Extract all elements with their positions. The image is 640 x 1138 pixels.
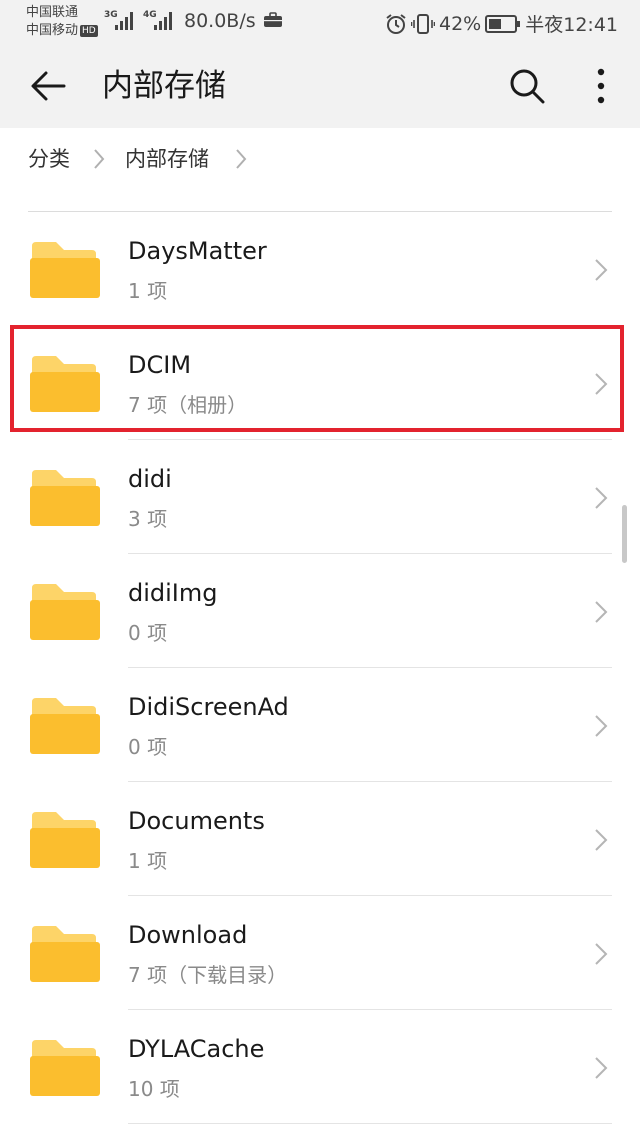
chevron-right-icon bbox=[94, 149, 105, 169]
breadcrumb: 分类 内部存储 bbox=[0, 128, 640, 190]
status-right-group: 42% 半夜12:41 bbox=[385, 10, 618, 37]
chevron-right-icon bbox=[595, 487, 608, 509]
chevron-right-icon bbox=[595, 1057, 608, 1079]
more-vertical-icon bbox=[597, 68, 605, 104]
signal-2-icon: 4G bbox=[143, 10, 177, 30]
folder-item-count: 7 项（下载目录） bbox=[128, 963, 288, 987]
chevron-right-icon bbox=[595, 943, 608, 965]
folder-item-count: 3 项 bbox=[128, 507, 168, 531]
scrollbar[interactable] bbox=[622, 505, 627, 563]
folder-row-didi[interactable]: didi 3 项 bbox=[0, 440, 640, 554]
folder-name: didi bbox=[128, 465, 172, 493]
back-button[interactable] bbox=[28, 66, 68, 106]
folder-name: Download bbox=[128, 921, 248, 949]
folder-row-documents[interactable]: Documents 1 项 bbox=[0, 782, 640, 896]
breadcrumb-item-category[interactable]: 分类 bbox=[28, 146, 70, 172]
carrier-info: 中国联通 中国移动 HD bbox=[26, 4, 98, 40]
folder-item-count: 1 项 bbox=[128, 849, 168, 873]
chevron-right-icon bbox=[595, 601, 608, 623]
chevron-right-icon bbox=[595, 259, 608, 281]
carrier-2: 中国移动 bbox=[26, 23, 79, 38]
folder-icon bbox=[30, 470, 100, 526]
highlight-box bbox=[10, 325, 624, 432]
search-button[interactable] bbox=[505, 64, 549, 108]
folder-name: DidiScreenAd bbox=[128, 693, 289, 721]
folder-row-daysmatter[interactable]: DaysMatter 1 项 bbox=[0, 212, 640, 326]
briefcase-icon bbox=[264, 12, 282, 27]
folder-row-didiscreenad[interactable]: DidiScreenAd 0 项 bbox=[0, 668, 640, 782]
folder-item-count: 0 项 bbox=[128, 621, 168, 645]
status-bar: 中国联通 中国移动 HD 3G 4G 80.0B/s 42% 半夜12:41 bbox=[0, 0, 640, 44]
folder-icon bbox=[30, 584, 100, 640]
folder-name: DYLACache bbox=[128, 1035, 265, 1063]
arrow-left-icon bbox=[31, 71, 66, 101]
battery-percent: 42% bbox=[439, 12, 482, 35]
battery-icon bbox=[485, 14, 521, 33]
alarm-icon bbox=[386, 13, 406, 34]
folder-row-download[interactable]: Download 7 项（下载目录） bbox=[0, 896, 640, 1010]
network-speed: 80.0B/s bbox=[184, 10, 256, 32]
folder-item-count: 10 项 bbox=[128, 1077, 180, 1101]
folder-item-count: 1 项 bbox=[128, 279, 168, 303]
app-bar: 内部存储 bbox=[0, 44, 640, 128]
more-options-button[interactable] bbox=[585, 64, 617, 108]
clock-time: 半夜12:41 bbox=[525, 14, 618, 36]
chevron-right-icon bbox=[595, 715, 608, 737]
folder-item-count: 0 项 bbox=[128, 735, 168, 759]
chevron-right-icon bbox=[595, 829, 608, 851]
folder-icon bbox=[30, 1040, 100, 1096]
folder-row-dylacache[interactable]: DYLACache 10 项 bbox=[0, 1010, 640, 1124]
folder-name: didiImg bbox=[128, 579, 218, 607]
folder-row-didiimg[interactable]: didiImg 0 项 bbox=[0, 554, 640, 668]
hd-badge: HD bbox=[80, 24, 98, 37]
folder-icon bbox=[30, 812, 100, 868]
signal-1-type: 3G bbox=[104, 10, 118, 20]
folder-icon bbox=[30, 242, 100, 298]
breadcrumb-item-internal-storage[interactable]: 内部存储 bbox=[125, 146, 209, 172]
folder-icon bbox=[30, 926, 100, 982]
page-title: 内部存储 bbox=[102, 68, 226, 104]
vibrate-icon bbox=[411, 13, 435, 34]
folder-name: Documents bbox=[128, 807, 265, 835]
row-divider bbox=[128, 1123, 612, 1124]
folder-icon bbox=[30, 698, 100, 754]
search-icon bbox=[510, 69, 545, 104]
signal-1-icon: 3G bbox=[104, 10, 138, 30]
folder-name: DaysMatter bbox=[128, 237, 267, 265]
chevron-right-icon bbox=[236, 149, 247, 169]
signal-2-type: 4G bbox=[143, 10, 157, 20]
carrier-1: 中国联通 bbox=[26, 5, 79, 20]
